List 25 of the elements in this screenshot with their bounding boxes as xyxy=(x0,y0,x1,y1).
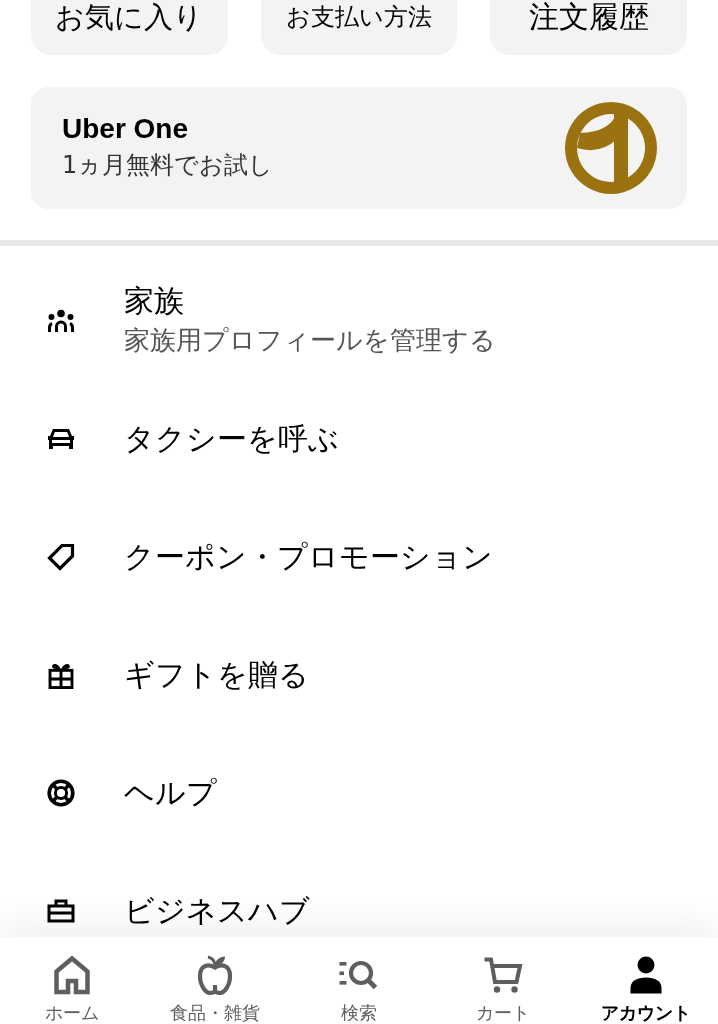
nav-tab[interactable]: アカウント xyxy=(574,937,718,1024)
quick-action-button[interactable]: お気に入り xyxy=(31,0,228,55)
membership-title: Uber One xyxy=(62,112,190,146)
cart-icon xyxy=(482,955,523,995)
menu-item[interactable]: 家族 家族用プロフィールを管理する xyxy=(0,262,718,380)
lifebuoy-icon xyxy=(47,779,75,807)
nav-tab[interactable]: 食品・雑貨 xyxy=(143,937,288,1024)
nav-tab[interactable]: 検索 xyxy=(287,937,431,1024)
people-icon xyxy=(47,307,75,335)
tag-icon xyxy=(47,543,75,571)
menu-item[interactable]: クーポン・プロモーション xyxy=(0,498,718,616)
quick-action-button[interactable]: お支払い方法 xyxy=(260,0,458,55)
membership-subtitle: 1ヵ月無料でお試し xyxy=(62,150,274,181)
quick-action-button[interactable]: 注文履歴 xyxy=(490,0,687,55)
menu-item[interactable]: ヘルプ xyxy=(0,734,718,852)
nav-tab[interactable]: ホーム xyxy=(0,937,144,1024)
briefcase-icon xyxy=(47,897,75,925)
gift-icon xyxy=(47,661,75,689)
nav-tab[interactable]: カート xyxy=(430,937,575,1024)
menu-item[interactable]: タクシーを呼ぶ xyxy=(0,380,718,498)
menu-item[interactable]: ギフトを贈る xyxy=(0,616,718,734)
membership-card[interactable]: Uber One 1ヵ月無料でお試し xyxy=(31,87,687,209)
home-icon xyxy=(51,955,92,995)
membership-logo-icon xyxy=(565,102,657,194)
menu-item[interactable]: ビジネスハブ xyxy=(0,852,718,937)
